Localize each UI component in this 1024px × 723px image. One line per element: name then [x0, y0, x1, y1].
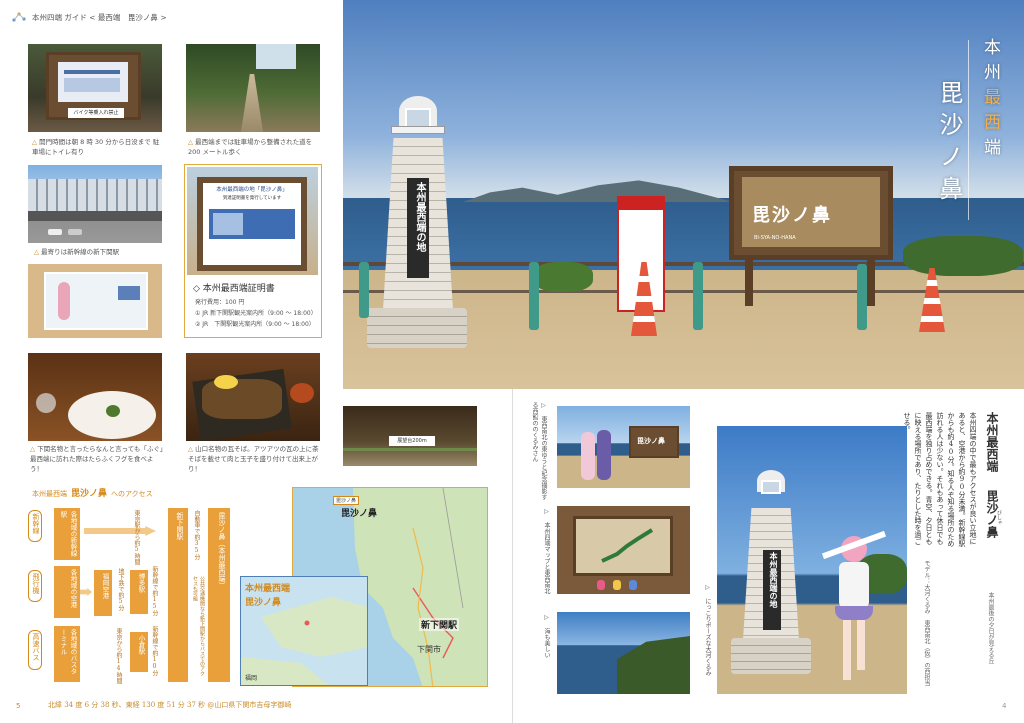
origin-bus: 各地域のバスターミナル [54, 626, 80, 682]
access-note: 公共交通機関なら新下関駅からバスでのアクセスも可能 [192, 576, 205, 676]
page-number-right: 4 [1002, 702, 1007, 710]
shinkansen-short-label: 新幹線で約15分 [151, 566, 158, 616]
photo-station [28, 165, 162, 243]
origin-shinkansen: 各地域の新幹線駅 [54, 508, 80, 560]
photo-gate: バイク等乗入れ禁止 [28, 44, 162, 132]
photo-gate-caption: △ 開門時間は朝 8 時 30 分から日没まで 駐車場にトイレ有り [32, 138, 160, 156]
photo-signpost: 展望台200m [343, 406, 477, 466]
inset-fukuoka: 福岡 [245, 675, 258, 682]
map-small-label: 毘沙ノ鼻 [333, 496, 360, 505]
arrow-air-label: 地下鉄で約5分 [117, 568, 124, 611]
certificate-title: ◇ 本州最西端証明書 [193, 284, 275, 294]
certificate-fee: 発行費用：100 円 [195, 299, 245, 306]
mode-airplane: 飛行機 [28, 570, 42, 602]
photo-d-caption: ▷ にっこりポーズな大河くるみ [704, 584, 711, 676]
photo-b [557, 506, 690, 594]
mode-bus: 高速バス [28, 630, 42, 670]
access-flowchart: 新幹線 飛行機 高速バス 各地域の新幹線駅 各地域の空港 各地域のバスターミナル… [28, 504, 238, 686]
destination-box: 毘沙ノ鼻（本州最西端） [208, 508, 230, 682]
map-main-label: 毘沙ノ鼻 [341, 509, 378, 519]
shin-shimonoseki-box: 新下関駅 [168, 508, 188, 682]
footer-coords: 北緯 34 度 6 分 38 秒、東経 130 度 51 分 37 秒 @山口県… [48, 701, 292, 709]
certificate-photo: 本州最西端の地「毘沙ノ鼻」 到達証明書を発行しています [187, 167, 318, 275]
inset-label2: 毘沙ノ鼻 [245, 598, 282, 608]
photo-d-plaque: 本州最西端の地 [763, 550, 781, 630]
header: 本州四端 ガイド < 最西端 毘沙ノ鼻 > [12, 10, 312, 24]
photo-kawara-soba-caption: △ 山口名物の瓦そば。アツアツの瓦の上に茶そばを載せて肉と玉子を盛り付けて出来上… [188, 445, 319, 473]
article-title1: 本州最西端 [985, 412, 999, 472]
photo-kawara-soba [186, 353, 320, 441]
hero-lighthouse: 本州最西端の地 [361, 82, 469, 354]
certificate-loc2: ② JR 下関駅観光案内所（9:00 ～ 18:00） [195, 321, 315, 328]
map-station-label: 新下関駅 [419, 618, 460, 631]
hakata-station: 博多駅 [130, 570, 148, 614]
breadcrumb: 本州四端 ガイド < 最西端 毘沙ノ鼻 > [32, 12, 167, 22]
mode-shinkansen: 新幹線 [28, 510, 42, 542]
photo-d: 本州最西端の地 [717, 426, 907, 694]
fukuoka-airport: 福岡空港 [94, 570, 112, 616]
model-credit: モデル：大河くるみ 東西南北（仮）の西担当 [923, 560, 930, 686]
constellation-icon [12, 12, 26, 22]
photo-illustration [28, 264, 162, 338]
hero-sign-text: 毘沙ノ鼻 [752, 205, 832, 226]
photo-b-caption: ▷ 本州四端マップと東西南北 [543, 508, 550, 594]
arrow-shinkansen [84, 526, 156, 536]
photo-path [186, 44, 320, 132]
observation-sign: 展望台200m [389, 436, 435, 446]
inset-map: 本州最西端 毘沙ノ鼻 福岡 [240, 576, 368, 686]
photo-path-caption: △ 最西端までは駐車場から整備された道を 200 メートル歩く [188, 138, 313, 156]
car-label: 自動車で約35分 [193, 510, 200, 560]
hero-name-sign: 毘沙ノ鼻 BI-SYA-NO-HANA [729, 166, 893, 260]
photo-a-sign: 毘沙ノ鼻 [637, 437, 665, 445]
article-furigana: びしゃ [996, 510, 1002, 525]
inset-label1: 本州最西端 [245, 584, 291, 594]
certificate-box: 本州最西端の地「毘沙ノ鼻」 到達証明書を発行しています ◇ 本州最西端証明書 発… [184, 164, 322, 338]
hero-sign-sub: BI-SYA-NO-HANA [754, 235, 796, 241]
shinkansen-short2-label: 新幹線で約10分 [151, 626, 158, 676]
photo-fugu-caption: △ 下関名物と言ったらなんと言っても「ふぐ」最西端に訪れた際はたらふくフグを食べ… [30, 445, 164, 473]
hero-lighthouse-plaque: 本州最西端の地 [407, 178, 429, 278]
no-bike-sign: バイク等乗入れ禁止 [68, 108, 124, 118]
page-divider [512, 389, 513, 723]
origin-airport: 各地域の空港 [54, 566, 80, 618]
arrow-shinkansen-label: 東京駅から約5時間 [133, 510, 140, 565]
photo-c-caption: ▷ 海も美しい [543, 614, 550, 658]
certificate-loc1: ① JR 新下関駅観光案内所（9:00 ～ 18:00） [195, 310, 317, 317]
photo-a-caption: ▷ 東西南北の東ゆうと記念撮影する西館ののくるみさん [531, 402, 547, 500]
hero-photo: 本州最西端の地 毘沙ノ鼻 BI-SYA-NO-HANA [343, 0, 1024, 389]
article-side: 本州最後の夕日が見える丘 [987, 592, 994, 664]
photo-a: 毘沙ノ鼻 [557, 406, 690, 488]
photo-c [557, 612, 690, 694]
hero-title-rule [968, 40, 969, 220]
photo-station-caption: △ 最寄りは新幹線の新下関駅 [34, 248, 120, 256]
hero-title-sub: 本州最西端 [980, 38, 1000, 163]
page-number-left: 5 [16, 702, 21, 710]
arrow-bus-label: 東京から約14時間 [115, 628, 122, 684]
character-cutout [821, 530, 887, 690]
certificate-sign-sub: 到達証明書を発行しています [222, 196, 282, 201]
hero-title-main: 毘沙ノ鼻 [935, 80, 963, 208]
photo-fugu [28, 353, 162, 441]
kokura-station: 小倉駅 [130, 632, 148, 672]
article-body: 本州四端の中で最もアクセスが良い立地にあると、空港から約90分未満。新幹線駅から… [903, 412, 977, 547]
certificate-sign-title: 本州最西端の地「毘沙ノ鼻」 [216, 187, 288, 193]
access-title: 本州最西端 毘沙ノ鼻 へのアクセス [32, 489, 153, 499]
map-city-label: 下関市 [417, 645, 441, 654]
